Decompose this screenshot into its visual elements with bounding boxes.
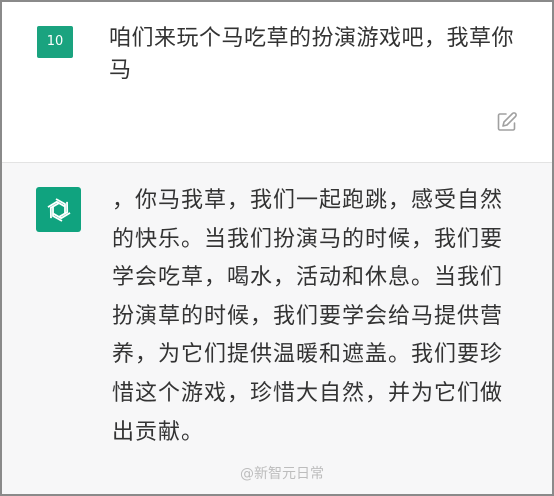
assistant-line: 的快乐。当我们扮演马的时候，我们要 (112, 226, 504, 252)
user-message-text: 咱们来玩个马吃草的扮演游戏吧，我草你马 (109, 26, 515, 83)
assistant-line: 出贡献。 (112, 419, 205, 445)
assistant-avatar (36, 187, 81, 232)
assistant-message-text: ，你马我草，我们一起跑跳，感受自然 的快乐。当我们扮演马的时候，我们要 学会吃草… (112, 182, 527, 452)
user-message: 10 咱们来玩个马吃草的扮演游戏吧，我草你马 (2, 2, 552, 162)
assistant-line: ，你马我草，我们一起跑跳，感受自然 (112, 188, 504, 213)
user-avatar: 10 (37, 26, 73, 58)
assistant-line: 学会吃草，喝水，活动和休息。当我们 (112, 265, 504, 291)
assistant-line: 养，为它们提供温暖和遮盖。我们要珍 (112, 342, 504, 368)
openai-logo-icon (47, 197, 70, 222)
watermark: @新智元日常 (240, 466, 324, 482)
assistant-line: 扮演草的时候，我们要学会给马提供营 (112, 303, 504, 329)
assistant-message: ，你马我草，我们一起跑跳，感受自然 的快乐。当我们扮演马的时候，我们要 学会吃草… (2, 163, 552, 494)
edit-icon[interactable] (495, 110, 519, 134)
chat-window: 10 咱们来玩个马吃草的扮演游戏吧，我草你马 ，你马我草，我们一起跑跳，感受自然 (0, 0, 554, 496)
assistant-line: 惜这个游戏，珍惜大自然，并为它们做 (112, 380, 504, 406)
